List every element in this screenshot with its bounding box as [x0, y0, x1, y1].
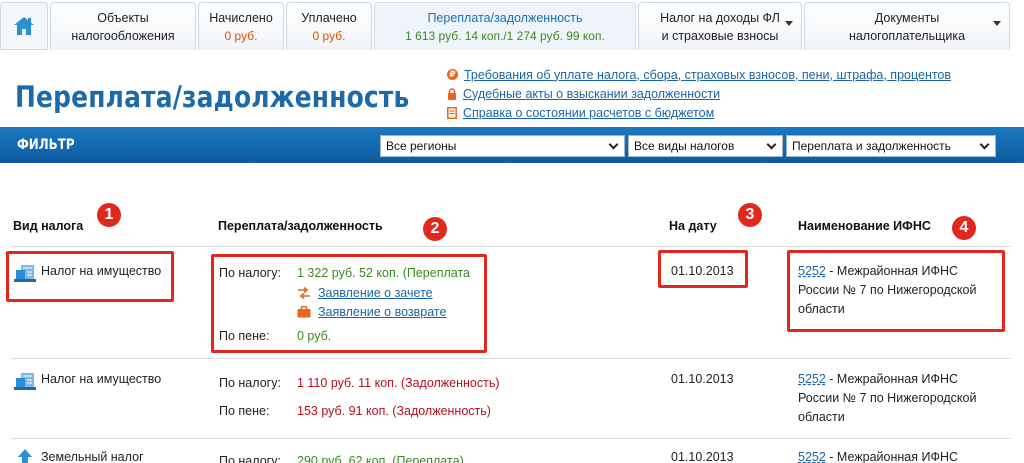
tab-documents[interactable]: Документы налогоплательщика — [804, 2, 1010, 50]
request-icon: ₽ — [447, 69, 458, 80]
highlight-ifns — [787, 250, 1005, 332]
link-court-acts[interactable]: Судебные акты о взыскании задолженности — [463, 87, 720, 101]
ifns-code-link[interactable]: 5252 — [798, 450, 826, 463]
column-header-ifns: Наименование ИФНС — [798, 219, 931, 233]
certificate-icon — [447, 106, 457, 119]
highlight-tax-type — [6, 251, 174, 302]
ifns-line: 5252 - Межрайонная ИФНС — [798, 448, 958, 463]
row-divider — [11, 438, 1011, 439]
page-title: Переплата/задолженность — [15, 80, 410, 114]
ifns-name-line2: России № 7 по Нижегородской — [798, 391, 977, 405]
ifns-name: - Межрайонная ИФНС — [825, 450, 959, 463]
column-header-balance: Переплата/задолженность — [218, 219, 383, 233]
tax-label: По налогу: — [219, 454, 281, 463]
balance-date: 01.10.2013 — [671, 372, 734, 386]
tab-overpayment-title: Переплата/задолженность — [427, 10, 583, 25]
balance-date: 01.10.2013 — [671, 450, 734, 463]
tax-name: Земельный налог — [41, 450, 144, 463]
column-header-date: На дату — [669, 219, 717, 233]
tab-income-tax[interactable]: Налог на доходы ФЛ и страховые взносы — [638, 2, 802, 50]
tax-amount: 290 руб. 62 коп. (Переплата) — [297, 454, 464, 463]
tab-overpayment-debt[interactable]: Переплата/задолженность 1 613 руб. 14 ко… — [374, 2, 636, 50]
tab-income-tax-subtitle: и страховые взносы — [661, 28, 779, 43]
highlight-balance — [211, 254, 487, 353]
filter-bar: ФИЛЬТР Все регионы Все виды налогов Пере… — [0, 127, 1024, 163]
link-certificate-row: Справка о состоянии расчетов с бюджетом — [447, 103, 951, 122]
tab-documents-subtitle: налогоплательщика — [848, 28, 966, 43]
penalty-label: По пене: — [219, 404, 270, 418]
ifns-code-link[interactable]: 5252 — [798, 372, 826, 386]
tax-type-select-value: Все виды налогов — [634, 139, 735, 153]
ifns-line: 5252 - Межрайонная ИФНС — [798, 370, 958, 388]
tax-type-select[interactable]: Все виды налогов — [628, 135, 783, 157]
property-tax-icon — [14, 373, 36, 390]
tab-objects[interactable]: Объекты налогообложения — [50, 2, 196, 50]
filter-label: ФИЛЬТР — [17, 137, 75, 153]
court-lock-icon — [448, 87, 456, 100]
home-icon — [14, 17, 34, 35]
home-button[interactable] — [0, 2, 48, 50]
link-requests[interactable]: Требования об уплате налога, сбора, стра… — [464, 68, 951, 82]
related-links: ₽ Требования об уплате налога, сбора, ст… — [447, 65, 951, 122]
link-requests-row: ₽ Требования об уплате налога, сбора, ст… — [447, 65, 951, 84]
tab-documents-title: Документы — [874, 10, 940, 25]
annotation-badge-4: 4 — [952, 216, 976, 240]
tax-label: По налогу: — [219, 376, 281, 390]
annotation-badge-2: 2 — [423, 217, 447, 241]
chevron-down-icon — [993, 21, 1001, 26]
annotation-badge-1: 1 — [97, 203, 121, 227]
chevron-down-icon — [785, 21, 793, 26]
tab-overpayment-value: 1 613 руб. 14 коп./1 274 руб. 99 коп. — [405, 28, 605, 43]
ifns-name-line3: области — [798, 410, 845, 424]
region-select[interactable]: Все регионы — [380, 135, 625, 157]
tab-objects-title: Объекты — [97, 10, 149, 25]
chevron-down-icon — [608, 139, 619, 150]
tab-income-tax-title: Налог на доходы ФЛ — [660, 10, 780, 25]
region-select-value: Все регионы — [386, 139, 457, 153]
row-divider — [11, 358, 1011, 359]
tax-amount: 1 110 руб. 11 коп. (Задолженность) — [297, 376, 500, 390]
chevron-down-icon — [979, 139, 990, 150]
link-budget-certificate[interactable]: Справка о состоянии расчетов с бюджетом — [463, 106, 714, 120]
tab-paid[interactable]: Уплачено 0 руб. — [286, 2, 372, 50]
land-tax-icon — [18, 449, 32, 463]
tab-objects-subtitle: налогообложения — [71, 28, 175, 43]
top-tabs: Объекты налогообложения Начислено 0 руб.… — [0, 0, 1024, 52]
highlight-date — [658, 250, 748, 288]
tab-paid-title: Уплачено — [301, 10, 357, 25]
annotation-badge-3: 3 — [738, 203, 762, 227]
column-header-tax-type: Вид налога — [13, 219, 84, 233]
status-select-value: Переплата и задолженность — [792, 139, 951, 153]
tab-accrued-value: 0 руб. — [224, 28, 258, 43]
link-court-row: Судебные акты о взыскании задолженности — [447, 84, 951, 103]
chevron-down-icon — [766, 139, 777, 150]
status-select[interactable]: Переплата и задолженность — [786, 135, 996, 157]
tab-accrued-title: Начислено — [209, 10, 273, 25]
ifns-name: - Межрайонная ИФНС — [825, 372, 959, 386]
tab-paid-value: 0 руб. — [312, 28, 346, 43]
penalty-amount: 153 руб. 91 коп. (Задолженность) — [297, 404, 491, 418]
tab-accrued[interactable]: Начислено 0 руб. — [198, 2, 284, 50]
header-divider — [11, 246, 1011, 247]
tax-name: Налог на имущество — [41, 372, 162, 386]
